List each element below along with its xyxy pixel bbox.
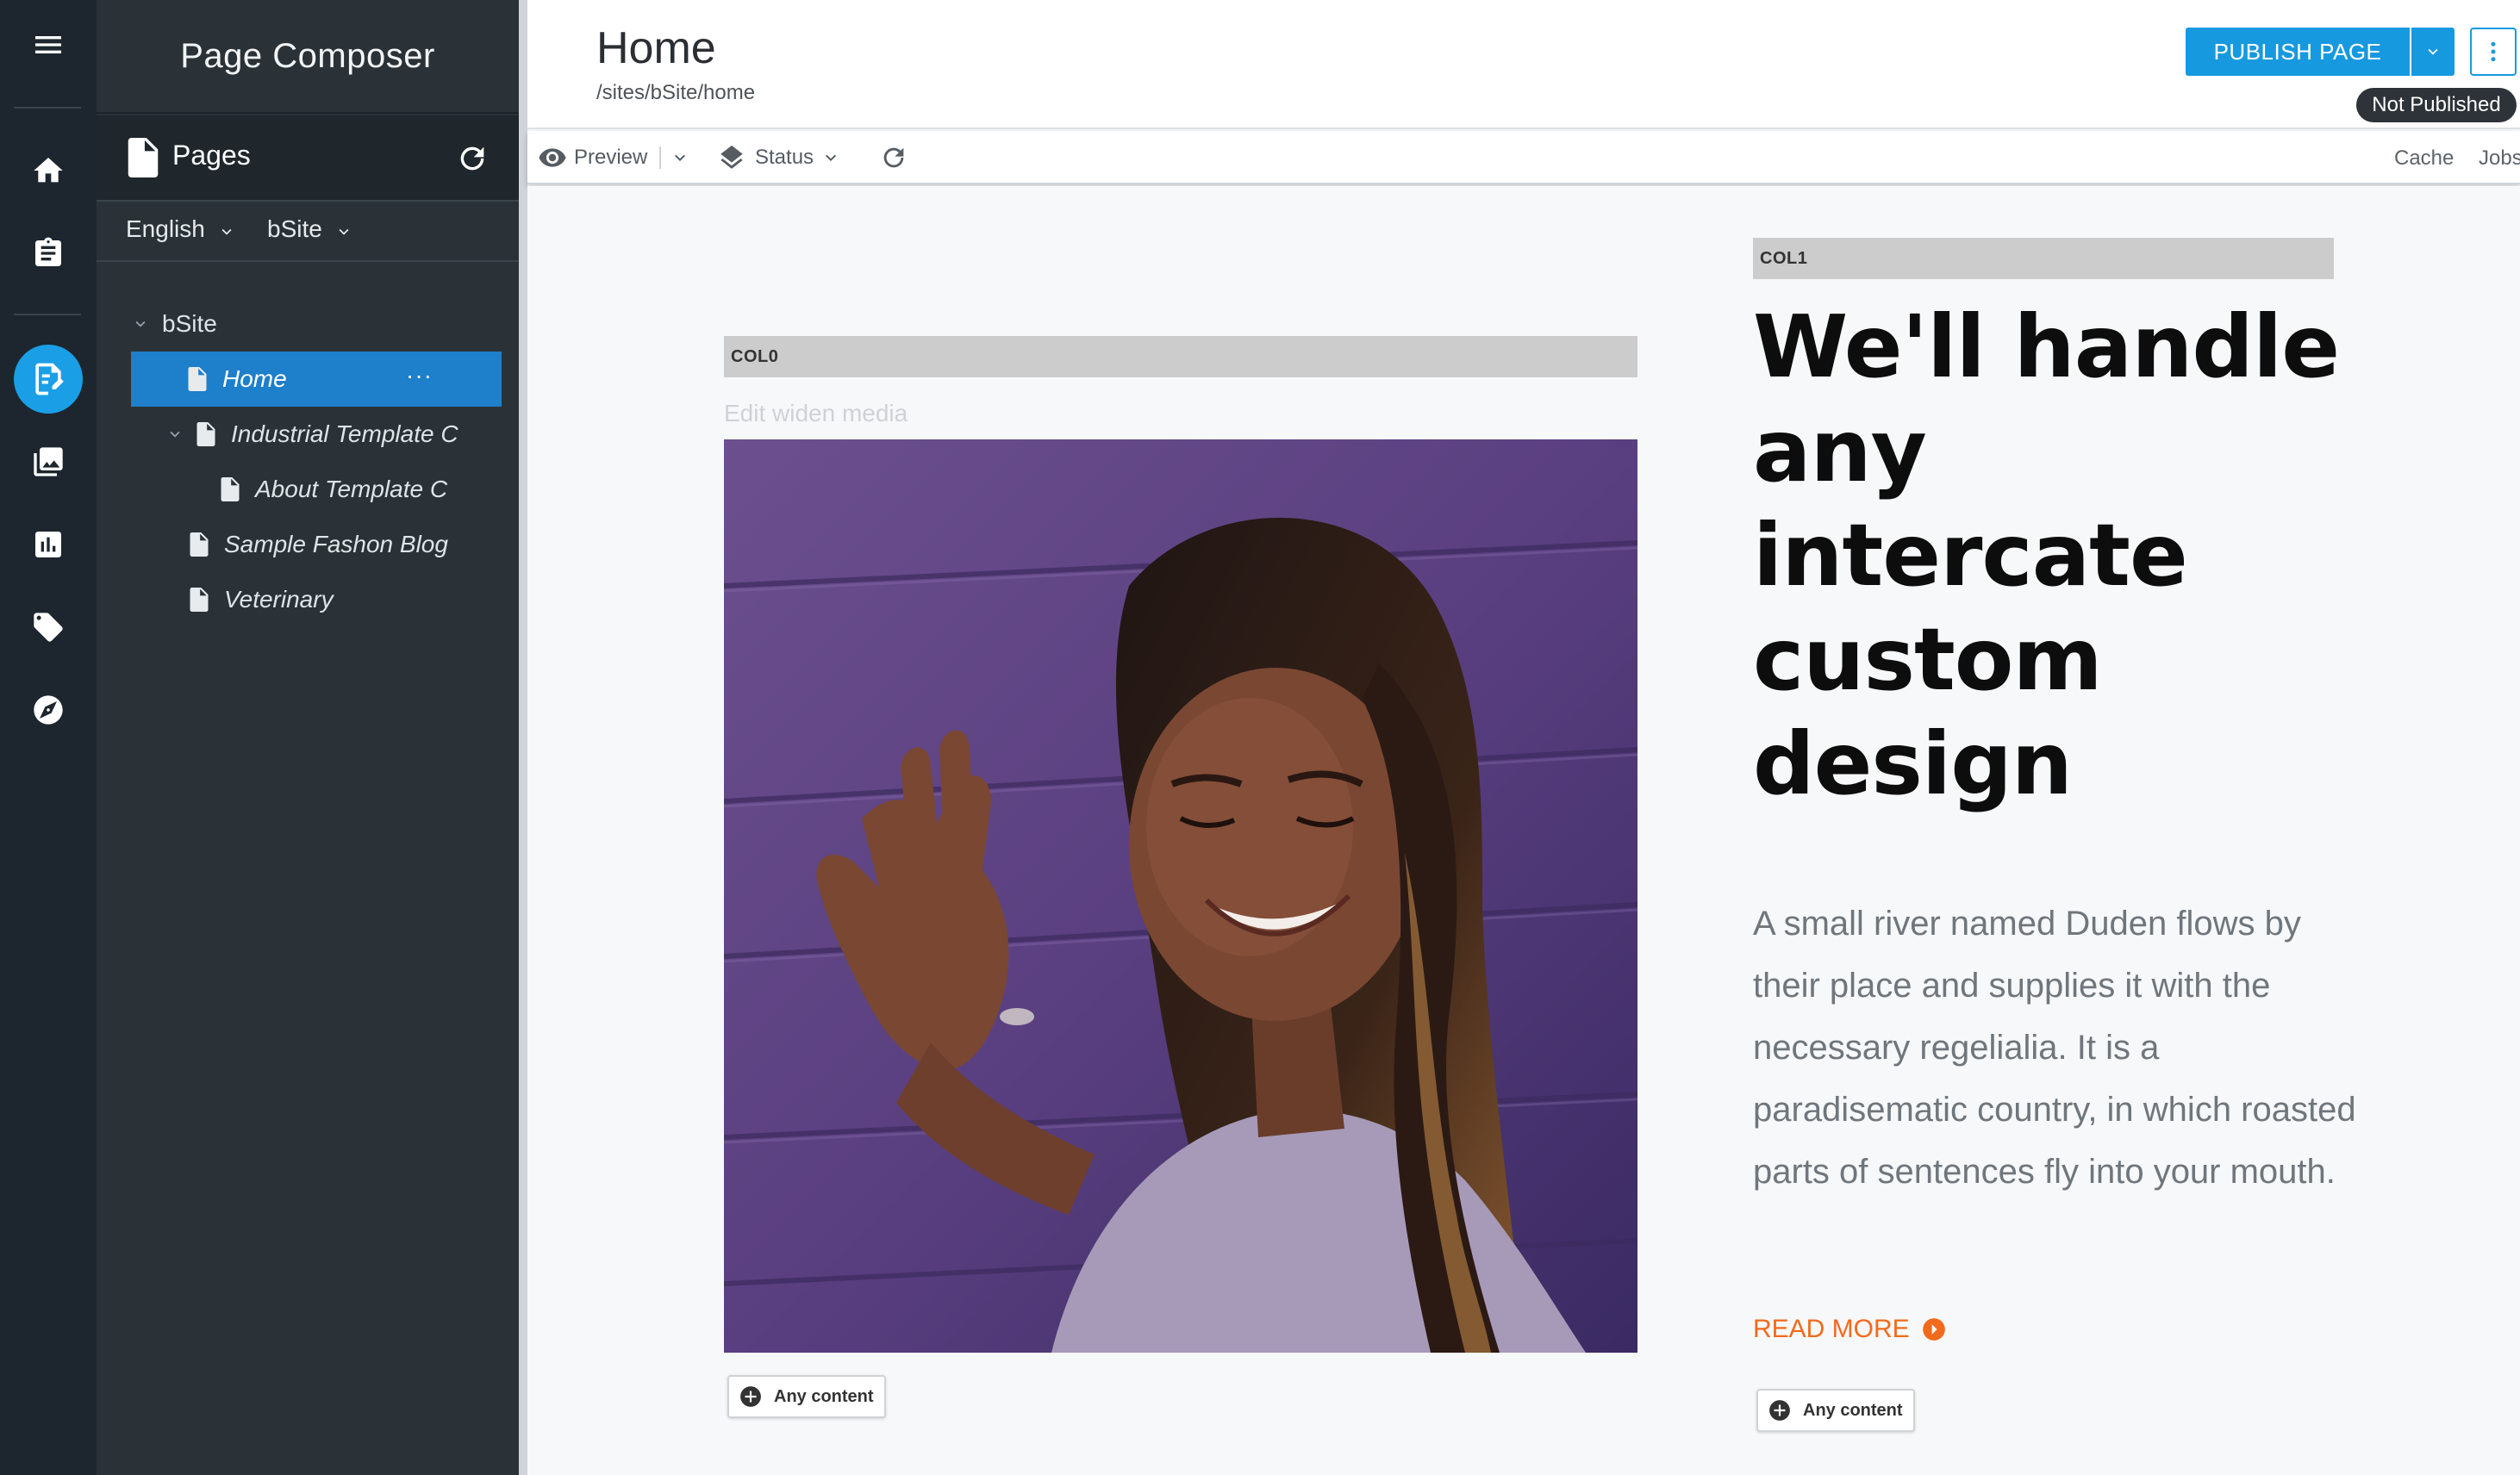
images-icon[interactable]	[0, 427, 97, 496]
status-dropdown[interactable]: Status	[717, 141, 841, 174]
tree-node-label: Industrial Template C	[231, 420, 458, 447]
add-content-label: Any content	[1803, 1400, 1903, 1420]
woman-photo-illustration	[724, 439, 1637, 1353]
add-content-label: Any content	[774, 1386, 874, 1406]
layers-icon	[720, 145, 743, 169]
eye-icon	[539, 148, 566, 167]
tree-node-label: Sample Fashon Blog	[224, 531, 448, 557]
page-edit-icon[interactable]	[14, 345, 83, 414]
col0-label[interactable]: COL0	[724, 336, 1637, 377]
chevron-down-icon[interactable]	[670, 147, 690, 168]
toolbar: Preview Status Cache Jobs	[527, 131, 2520, 184]
panel-title: Page Composer	[97, 0, 519, 114]
page-composer-panel: Page Composer Pages English bSite bSite …	[97, 0, 519, 1475]
edit-media-link[interactable]: Edit widen media	[724, 400, 908, 427]
status-badge: Not Published	[2356, 88, 2517, 122]
tree-node-sample-fashon-blog[interactable]: Sample Fashon Blog	[190, 517, 508, 572]
rail-divider	[14, 107, 81, 109]
read-more-link[interactable]: READ MORE	[1753, 1315, 1946, 1344]
publish-options-button[interactable]	[2411, 28, 2455, 76]
page-path: /sites/bSite/home	[596, 81, 756, 104]
filters-bar: English bSite	[97, 203, 519, 262]
more-options-icon[interactable]: ···	[406, 362, 433, 389]
more-actions-button[interactable]	[2470, 28, 2517, 76]
document-icon	[196, 422, 215, 446]
chevron-down-icon	[339, 228, 349, 235]
document-icon	[128, 138, 159, 177]
page-header: Home /sites/bSite/home PUBLISH PAGE Not …	[527, 0, 2520, 129]
home-icon[interactable]	[0, 136, 97, 205]
body-paragraph: A small river named Duden flows by their…	[1753, 905, 2356, 1191]
tag-icon[interactable]	[0, 593, 97, 662]
analytics-icon[interactable]	[0, 510, 97, 579]
jobs-link[interactable]: Jobs	[2479, 146, 2520, 171]
plus-circle-icon	[740, 1386, 761, 1407]
language-value: English	[126, 215, 205, 242]
chevron-down-icon[interactable]	[165, 425, 184, 444]
preview-label: Preview	[574, 146, 648, 169]
toolbar-divider	[659, 146, 662, 169]
tree-node-label: Home	[222, 365, 287, 392]
menu-icon[interactable]	[0, 10, 97, 79]
headline: We'll handle any intercate custom design	[1753, 296, 2340, 814]
page-canvas: COL0 Edit widen media Any content COL1 W…	[527, 186, 2520, 1475]
add-content-button[interactable]: Any content	[727, 1375, 886, 1418]
compass-icon[interactable]	[0, 675, 97, 744]
tree-node-veterinary[interactable]: Veterinary	[190, 572, 508, 627]
pages-label: Pages	[172, 140, 251, 171]
cache-link[interactable]: Cache	[2394, 146, 2454, 171]
tree-node-home[interactable]: Home ···	[131, 352, 502, 407]
chevron-down-icon[interactable]	[131, 314, 150, 333]
hero-image[interactable]	[724, 439, 1637, 1353]
tree-node-about-template[interactable]: About Template C	[221, 462, 505, 517]
publish-page-button[interactable]: PUBLISH PAGE	[2186, 28, 2410, 76]
document-icon	[190, 588, 209, 612]
chevron-down-icon	[221, 228, 232, 235]
refresh-icon	[883, 147, 904, 168]
refresh-icon[interactable]	[455, 141, 490, 176]
app-root: Page Composer Pages English bSite bSite …	[0, 0, 2520, 1475]
site-dropdown[interactable]: bSite	[267, 215, 353, 243]
tree-node-industrial-template[interactable]: Industrial Template C	[165, 407, 510, 462]
plus-circle-icon	[1769, 1400, 1790, 1421]
chevron-down-icon	[826, 154, 837, 161]
language-dropdown[interactable]: English	[126, 215, 236, 243]
preview-button[interactable]: Preview	[538, 141, 690, 174]
document-icon	[190, 532, 209, 557]
site-value: bSite	[267, 215, 322, 242]
kebab-icon	[2491, 41, 2496, 62]
arrow-circle-icon	[1922, 1318, 1945, 1341]
pages-header: Pages	[97, 115, 519, 202]
rail-divider	[14, 314, 81, 315]
tree-node-label: bSite	[162, 310, 217, 337]
status-label: Status	[755, 146, 814, 169]
page-title: Home	[596, 23, 716, 73]
tree-node-label: About Template C	[255, 476, 448, 502]
document-icon	[221, 477, 240, 501]
tree-node-bsite[interactable]: bSite	[131, 296, 493, 352]
reload-button[interactable]	[879, 141, 908, 174]
main-area: Home /sites/bSite/home PUBLISH PAGE Not …	[519, 0, 2520, 1475]
icon-rail	[0, 0, 97, 1475]
read-more-label: READ MORE	[1753, 1315, 1910, 1343]
col1-label[interactable]: COL1	[1753, 238, 2334, 279]
add-content-button[interactable]: Any content	[1756, 1389, 1915, 1432]
tree-node-label: Veterinary	[224, 586, 334, 613]
document-icon	[188, 367, 207, 391]
clipboard-icon[interactable]	[0, 219, 97, 288]
chevron-down-icon	[2428, 48, 2438, 55]
